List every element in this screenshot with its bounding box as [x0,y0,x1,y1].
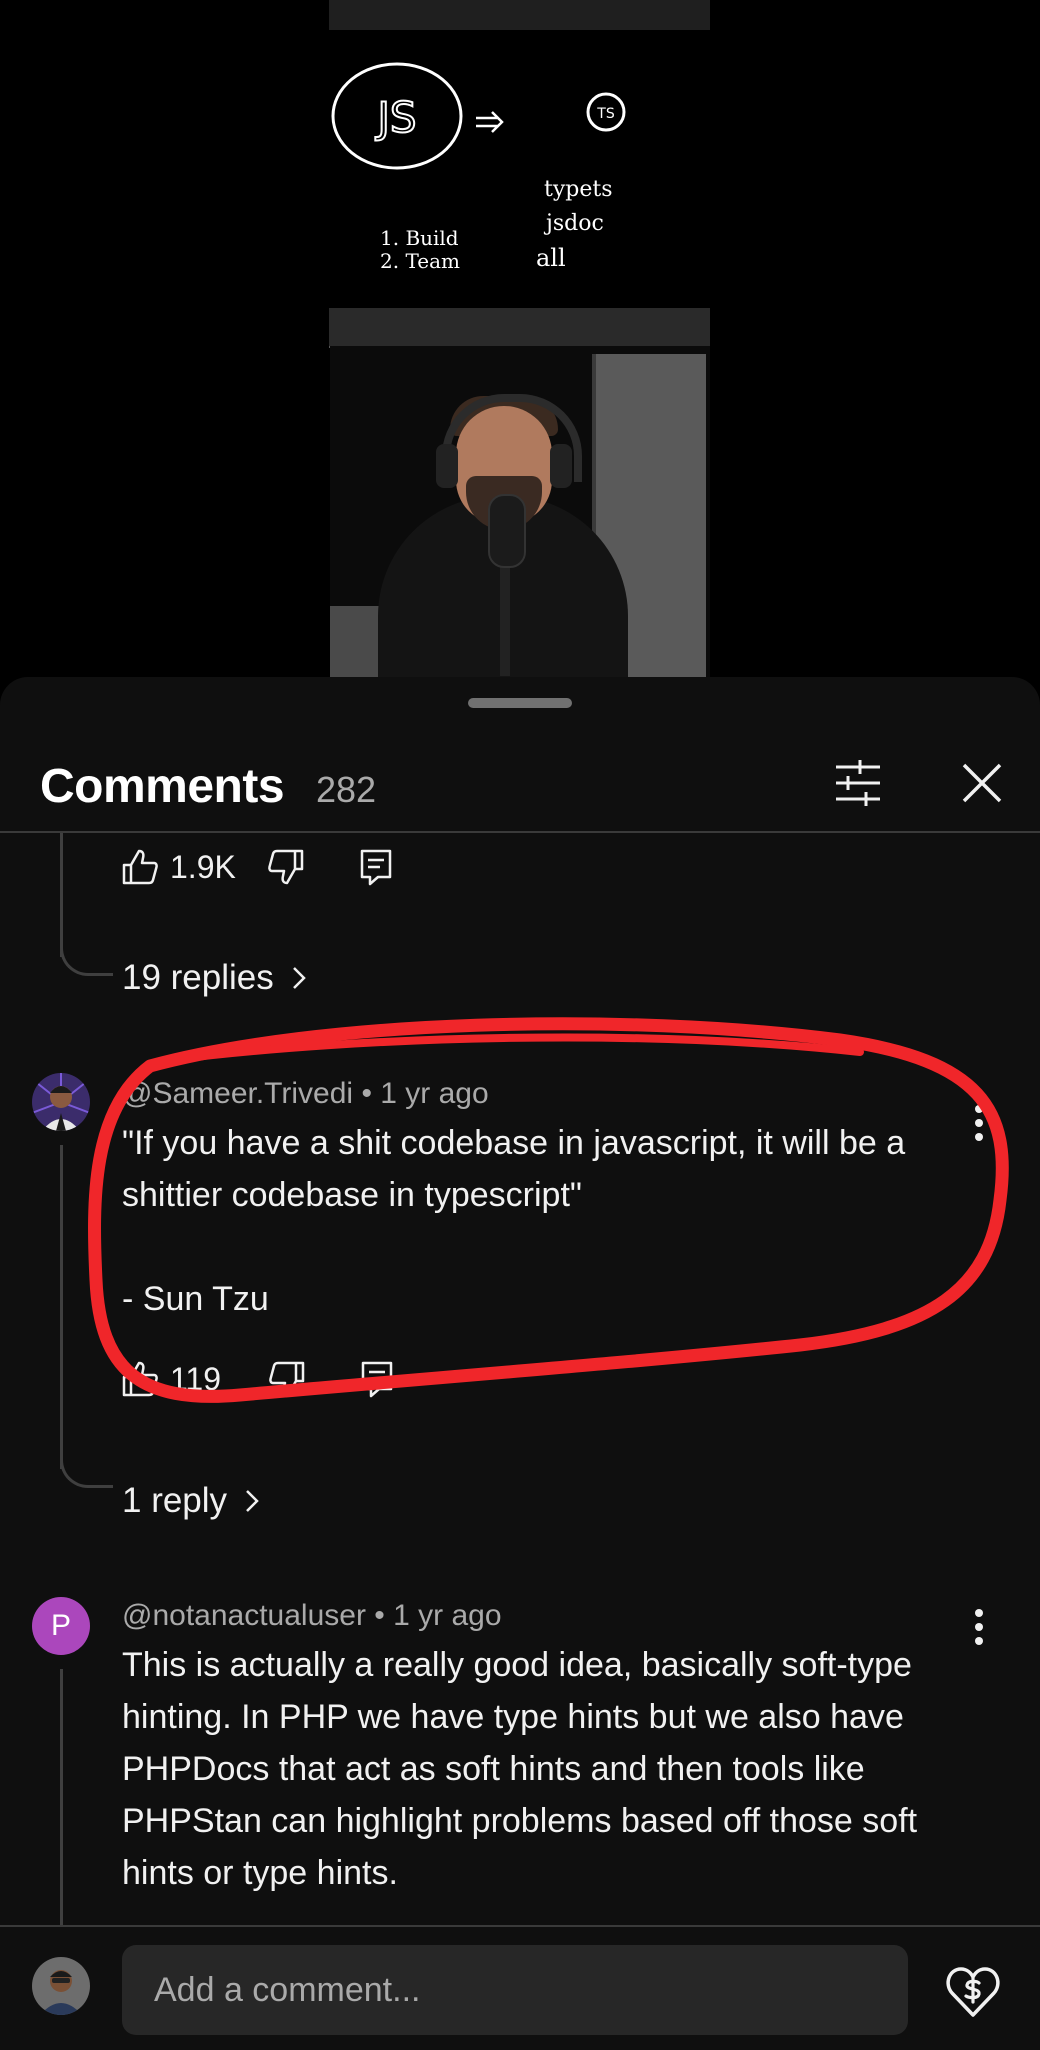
avatar-letter: P [50,1609,71,1642]
chevron-right-icon [246,1490,259,1512]
video-frame-top-bar [329,0,710,30]
avatar[interactable]: P [32,1597,90,1655]
like-icon[interactable] [120,847,160,887]
view-replies-button[interactable]: 19 replies [122,958,312,998]
meta-separator: • [374,1599,394,1632]
whiteboard-option-2: jsdoc [543,211,604,236]
comments-count: 282 [316,769,377,810]
headphone-cup [436,444,458,488]
like-count: 119 [170,1360,222,1397]
comment-author[interactable]: @Sameer.Trivedi [122,1077,353,1110]
replies-label: 1 reply [122,1481,228,1520]
comments-header: Comments 282 [0,737,1040,833]
webcam-feed [330,346,710,690]
whiteboard-item-2: 2. Team [380,249,460,273]
comment-composer [0,1925,1040,2050]
whiteboard-drawing: JS TS 1. Build 2. Team typets jsdoc all [331,62,626,273]
video-player[interactable]: JS TS 1. Build 2. Team typets jsdoc all [0,0,1040,690]
comment-author[interactable]: @notanactualuser [122,1599,366,1632]
view-replies-button[interactable]: 1 reply [122,1481,265,1521]
whiteboard-option-1: typets [544,177,613,202]
more-options-icon[interactable] [964,1101,994,1145]
reply-icon[interactable] [357,1359,397,1399]
comment-list[interactable]: 1.9K 19 replies @Sameer.Trivedi • 1 yr a… [0,833,1040,1925]
whiteboard-option-3: all [536,244,566,272]
like-icon[interactable] [120,1359,160,1399]
whiteboard-ts-label: TS [596,106,615,122]
add-comment-input[interactable] [122,1945,908,2035]
dislike-icon[interactable] [266,847,306,887]
mic-arm [500,556,510,676]
close-icon[interactable] [954,755,1010,811]
comment-meta: @notanactualuser • 1 yr ago [122,1599,502,1633]
thread-line [60,1669,63,1925]
headphone-cup [550,444,572,488]
sort-filter-icon[interactable] [830,755,886,811]
reply-icon[interactable] [356,847,396,887]
avatar-image [32,1957,90,2015]
video-frame-divider [329,308,710,348]
comment-meta: @Sameer.Trivedi • 1 yr ago [122,1077,489,1111]
dislike-icon[interactable] [267,1359,307,1399]
avatar[interactable] [32,1073,90,1131]
comment-text: "If you have a shit codebase in javascri… [122,1124,906,1318]
drag-handle[interactable] [468,698,572,708]
whiteboard-js-label: JS [374,93,416,142]
meta-separator: • [361,1077,381,1110]
super-thanks-icon[interactable] [944,1963,1002,2021]
chevron-right-icon [292,967,306,989]
avatar-image [32,1073,90,1131]
thread-line [60,1145,63,1469]
comment-text: This is actually a really good idea, bas… [122,1646,927,1892]
comments-title: Comments [40,760,285,813]
thread-curve [60,1435,113,1488]
comment-actions: 1.9K [120,843,396,891]
comment-time: 1 yr ago [380,1077,489,1110]
thread-curve [60,923,113,976]
comment-time: 1 yr ago [393,1599,502,1632]
my-avatar [32,1957,90,2015]
comment-actions: 119 [120,1355,397,1403]
microphone [488,494,526,568]
replies-label: 19 replies [122,958,274,997]
like-count: 1.9K [170,848,236,885]
whiteboard-item-1: 1. Build [380,226,459,250]
